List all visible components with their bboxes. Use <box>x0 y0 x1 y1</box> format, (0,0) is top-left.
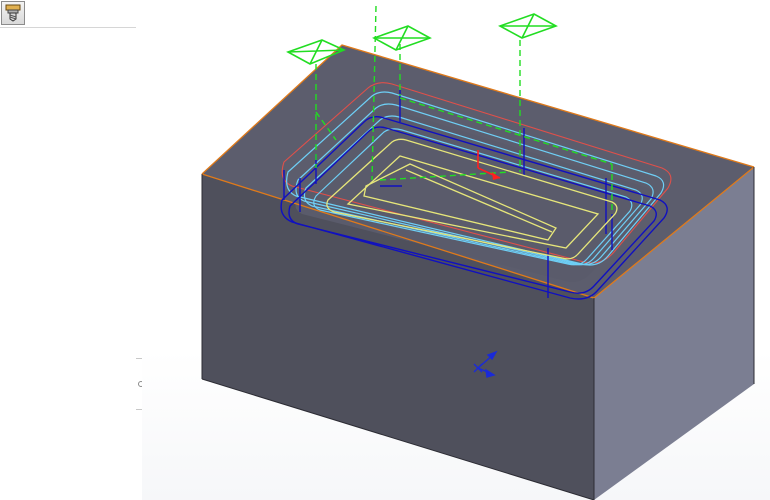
plunge-marker-3[interactable] <box>498 13 558 39</box>
graphics-viewport[interactable] <box>142 0 770 500</box>
panel-toolbar <box>0 0 136 28</box>
feature-manager-panel <box>0 0 137 500</box>
tool-button[interactable] <box>1 1 25 25</box>
plunge-marker-2[interactable] <box>372 25 432 51</box>
model-scene[interactable] <box>142 0 770 500</box>
